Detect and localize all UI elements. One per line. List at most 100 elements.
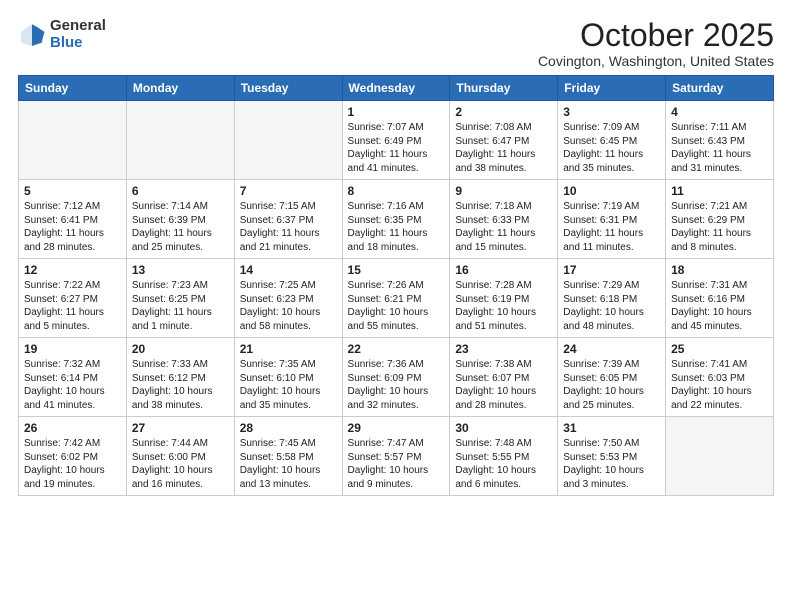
day-cell: 9 Sunrise: 7:18 AMSunset: 6:33 PMDaylight… — [450, 180, 558, 259]
day-cell: 19Sunrise: 7:32 AMSunset: 6:14 PMDayligh… — [19, 338, 127, 417]
day-info: Sunrise: 7:19 AMSunset: 6:31 PMDaylight:… — [563, 200, 660, 254]
day-header-wednesday: Wednesday — [342, 76, 450, 101]
day-cell: 2 Sunrise: 7:08 AMSunset: 6:47 PMDaylight… — [450, 101, 558, 180]
day-cell: 17Sunrise: 7:29 AMSunset: 6:18 PMDayligh… — [558, 259, 666, 338]
day-info: Sunrise: 7:08 AMSunset: 6:47 PMDaylight:… — [455, 121, 552, 175]
day-cell: 5Sunrise: 7:12 AMSunset: 6:41 PMDaylight… — [19, 180, 127, 259]
day-cell: 23 Sunrise: 7:38 AMSunset: 6:07 PMDayligh… — [450, 338, 558, 417]
day-cell: 1 Sunrise: 7:07 AMSunset: 6:49 PMDaylight… — [342, 101, 450, 180]
day-number: 26 — [24, 421, 121, 435]
day-number: 1 — [348, 105, 445, 119]
day-number: 25 — [671, 342, 768, 356]
day-cell: 16Sunrise: 7:28 AMSunset: 6:19 PMDayligh… — [450, 259, 558, 338]
day-cell: 14 Sunrise: 7:25 AMSunset: 6:23 PMDayligh… — [234, 259, 342, 338]
calendar-page: General Blue October 2025 Covington, Was… — [0, 0, 792, 506]
day-info: Sunrise: 7:35 AMSunset: 6:10 PMDaylight:… — [240, 358, 337, 412]
day-info: Sunrise: 7:48 AMSunset: 5:55 PMDaylight:… — [455, 437, 552, 491]
day-header-friday: Friday — [558, 76, 666, 101]
day-cell: 21Sunrise: 7:35 AMSunset: 6:10 PMDayligh… — [234, 338, 342, 417]
title-block: October 2025 Covington, Washington, Unit… — [538, 18, 774, 69]
day-info: Sunrise: 7:22 AMSunset: 6:27 PMDaylight:… — [24, 279, 121, 333]
days-header-row: SundayMondayTuesdayWednesdayThursdayFrid… — [19, 76, 774, 101]
week-row-4: 19Sunrise: 7:32 AMSunset: 6:14 PMDayligh… — [19, 338, 774, 417]
day-cell — [234, 101, 342, 180]
header: General Blue October 2025 Covington, Was… — [18, 18, 774, 69]
day-cell: 12 Sunrise: 7:22 AMSunset: 6:27 PMDayligh… — [19, 259, 127, 338]
day-number: 13 — [132, 263, 229, 277]
day-cell — [666, 417, 774, 496]
day-number: 28 — [240, 421, 337, 435]
day-cell: 22 Sunrise: 7:36 AMSunset: 6:09 PMDayligh… — [342, 338, 450, 417]
week-row-3: 12 Sunrise: 7:22 AMSunset: 6:27 PMDayligh… — [19, 259, 774, 338]
logo-general-text: General — [50, 18, 106, 35]
day-number: 10 — [563, 184, 660, 198]
day-cell: 3Sunrise: 7:09 AMSunset: 6:45 PMDaylight… — [558, 101, 666, 180]
day-number: 27 — [132, 421, 229, 435]
day-cell: 26 Sunrise: 7:42 AMSunset: 6:02 PMDayligh… — [19, 417, 127, 496]
day-cell: 13Sunrise: 7:23 AMSunset: 6:25 PMDayligh… — [126, 259, 234, 338]
logo-blue-text: Blue — [50, 35, 106, 52]
day-info: Sunrise: 7:26 AMSunset: 6:21 PMDaylight:… — [348, 279, 445, 333]
day-number: 12 — [24, 263, 121, 277]
day-info: Sunrise: 7:41 AMSunset: 6:03 PMDaylight:… — [671, 358, 768, 412]
day-info: Sunrise: 7:07 AMSunset: 6:49 PMDaylight:… — [348, 121, 445, 175]
day-number: 15 — [348, 263, 445, 277]
day-cell: 10 Sunrise: 7:19 AMSunset: 6:31 PMDayligh… — [558, 180, 666, 259]
day-cell: 15 Sunrise: 7:26 AMSunset: 6:21 PMDayligh… — [342, 259, 450, 338]
day-info: Sunrise: 7:33 AMSunset: 6:12 PMDaylight:… — [132, 358, 229, 412]
day-number: 9 — [455, 184, 552, 198]
day-cell: 24 Sunrise: 7:39 AMSunset: 6:05 PMDayligh… — [558, 338, 666, 417]
day-info: Sunrise: 7:50 AMSunset: 5:53 PMDaylight:… — [563, 437, 660, 491]
day-number: 8 — [348, 184, 445, 198]
day-number: 20 — [132, 342, 229, 356]
day-info: Sunrise: 7:18 AMSunset: 6:33 PMDaylight:… — [455, 200, 552, 254]
day-info: Sunrise: 7:11 AMSunset: 6:43 PMDaylight:… — [671, 121, 768, 175]
calendar-table: SundayMondayTuesdayWednesdayThursdayFrid… — [18, 75, 774, 496]
day-number: 7 — [240, 184, 337, 198]
day-cell: 18 Sunrise: 7:31 AMSunset: 6:16 PMDayligh… — [666, 259, 774, 338]
day-info: Sunrise: 7:14 AMSunset: 6:39 PMDaylight:… — [132, 200, 229, 254]
day-number: 2 — [455, 105, 552, 119]
day-info: Sunrise: 7:39 AMSunset: 6:05 PMDaylight:… — [563, 358, 660, 412]
day-info: Sunrise: 7:38 AMSunset: 6:07 PMDaylight:… — [455, 358, 552, 412]
day-number: 3 — [563, 105, 660, 119]
day-info: Sunrise: 7:42 AMSunset: 6:02 PMDaylight:… — [24, 437, 121, 491]
day-cell: 27Sunrise: 7:44 AMSunset: 6:00 PMDayligh… — [126, 417, 234, 496]
day-number: 22 — [348, 342, 445, 356]
day-info: Sunrise: 7:25 AMSunset: 6:23 PMDaylight:… — [240, 279, 337, 333]
day-cell: 30 Sunrise: 7:48 AMSunset: 5:55 PMDayligh… — [450, 417, 558, 496]
day-info: Sunrise: 7:21 AMSunset: 6:29 PMDaylight:… — [671, 200, 768, 254]
month-title: October 2025 — [538, 18, 774, 53]
logo-icon — [18, 21, 46, 49]
day-number: 31 — [563, 421, 660, 435]
subtitle: Covington, Washington, United States — [538, 53, 774, 69]
day-header-thursday: Thursday — [450, 76, 558, 101]
day-number: 23 — [455, 342, 552, 356]
day-cell: 31 Sunrise: 7:50 AMSunset: 5:53 PMDayligh… — [558, 417, 666, 496]
day-number: 11 — [671, 184, 768, 198]
day-number: 14 — [240, 263, 337, 277]
day-header-sunday: Sunday — [19, 76, 127, 101]
day-header-tuesday: Tuesday — [234, 76, 342, 101]
day-cell: 7Sunrise: 7:15 AMSunset: 6:37 PMDaylight… — [234, 180, 342, 259]
day-number: 18 — [671, 263, 768, 277]
day-info: Sunrise: 7:36 AMSunset: 6:09 PMDaylight:… — [348, 358, 445, 412]
day-info: Sunrise: 7:12 AMSunset: 6:41 PMDaylight:… — [24, 200, 121, 254]
day-cell — [126, 101, 234, 180]
week-row-1: 1 Sunrise: 7:07 AMSunset: 6:49 PMDaylight… — [19, 101, 774, 180]
day-number: 19 — [24, 342, 121, 356]
day-info: Sunrise: 7:16 AMSunset: 6:35 PMDaylight:… — [348, 200, 445, 254]
day-header-saturday: Saturday — [666, 76, 774, 101]
day-number: 29 — [348, 421, 445, 435]
day-cell: 28Sunrise: 7:45 AMSunset: 5:58 PMDayligh… — [234, 417, 342, 496]
day-cell — [19, 101, 127, 180]
day-info: Sunrise: 7:29 AMSunset: 6:18 PMDaylight:… — [563, 279, 660, 333]
day-info: Sunrise: 7:28 AMSunset: 6:19 PMDaylight:… — [455, 279, 552, 333]
day-number: 30 — [455, 421, 552, 435]
day-cell: 6Sunrise: 7:14 AMSunset: 6:39 PMDaylight… — [126, 180, 234, 259]
day-info: Sunrise: 7:31 AMSunset: 6:16 PMDaylight:… — [671, 279, 768, 333]
week-row-5: 26 Sunrise: 7:42 AMSunset: 6:02 PMDayligh… — [19, 417, 774, 496]
day-cell: 20 Sunrise: 7:33 AMSunset: 6:12 PMDayligh… — [126, 338, 234, 417]
week-row-2: 5Sunrise: 7:12 AMSunset: 6:41 PMDaylight… — [19, 180, 774, 259]
day-number: 24 — [563, 342, 660, 356]
